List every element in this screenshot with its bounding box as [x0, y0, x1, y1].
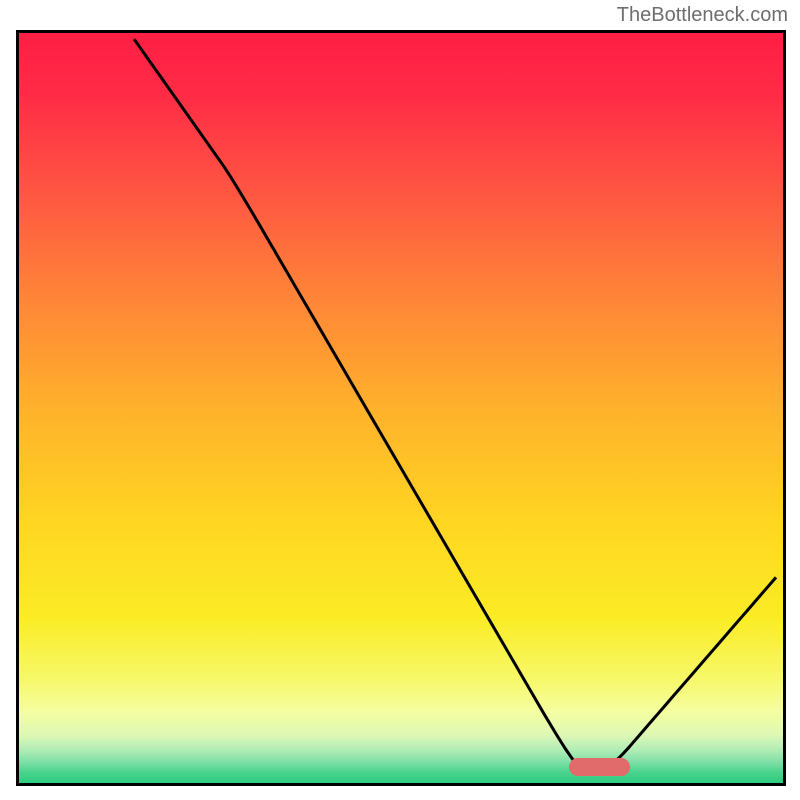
- chart-container: TheBottleneck.com: [0, 0, 800, 800]
- plot-area: [16, 30, 786, 786]
- optimum-marker: [569, 758, 630, 776]
- watermark-text: TheBottleneck.com: [617, 4, 788, 27]
- gradient-background: [19, 33, 783, 783]
